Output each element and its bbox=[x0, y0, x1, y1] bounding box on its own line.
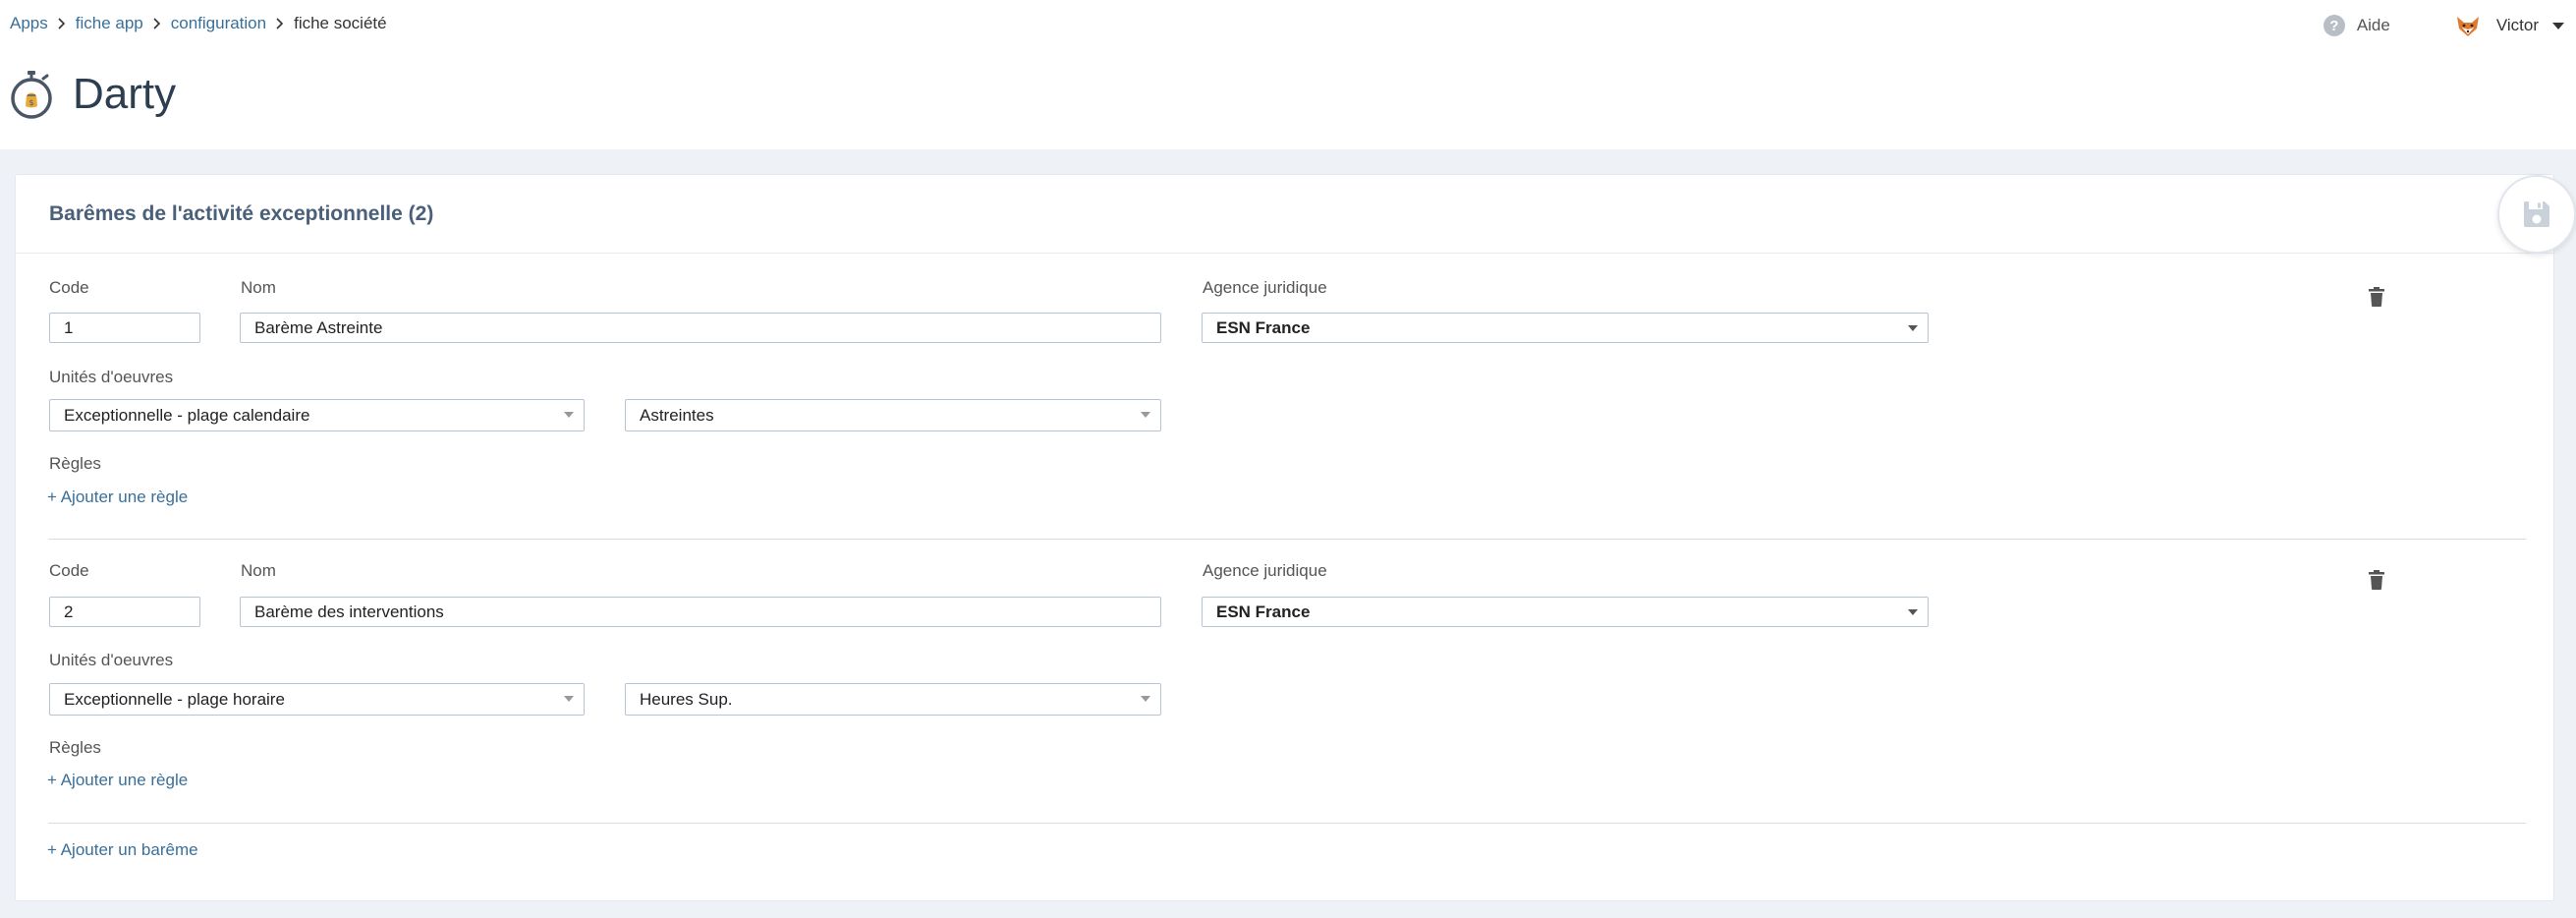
agence-value: ESN France bbox=[1216, 317, 1311, 337]
add-rule-link[interactable]: + Ajouter une règle bbox=[47, 488, 188, 507]
unite-value: Heures Sup. bbox=[640, 689, 733, 709]
question-circle-icon: ? bbox=[2323, 15, 2345, 36]
breadcrumb-configuration[interactable]: configuration bbox=[171, 14, 266, 33]
trash-icon[interactable] bbox=[2367, 569, 2386, 591]
help-label: Aide bbox=[2356, 16, 2390, 34]
page-header: Apps fiche app configuration fiche socié… bbox=[0, 0, 2576, 149]
agence-label: Agence juridique bbox=[1203, 278, 1327, 297]
code-input[interactable]: 2 bbox=[49, 597, 200, 627]
chevron-right-icon bbox=[153, 18, 161, 29]
regles-label: Règles bbox=[49, 454, 101, 473]
breadcrumb-fiche-societe: fiche société bbox=[294, 14, 387, 32]
page-title: Darty bbox=[73, 70, 177, 118]
user-menu[interactable]: Victor bbox=[2453, 11, 2564, 40]
code-label: Code bbox=[49, 278, 89, 297]
fox-avatar-icon bbox=[2456, 17, 2479, 36]
nom-label: Nom bbox=[241, 561, 276, 580]
card-header: Barêmes de l'activité exceptionnelle (2) bbox=[16, 175, 2553, 254]
chevron-down-icon bbox=[1141, 412, 1150, 418]
chevron-down-icon bbox=[1908, 325, 1918, 331]
chevron-down-icon bbox=[1141, 696, 1150, 702]
regles-label: Règles bbox=[49, 738, 101, 757]
card-title: Barêmes de l'activité exceptionnelle (2) bbox=[49, 201, 434, 225]
chevron-right-icon bbox=[58, 18, 66, 29]
code-label: Code bbox=[49, 561, 89, 580]
unite-value: Astreintes bbox=[640, 405, 714, 425]
chevron-down-icon bbox=[564, 696, 574, 702]
chevron-down-icon bbox=[1908, 609, 1918, 615]
nom-input[interactable]: Barème Astreinte bbox=[240, 313, 1161, 343]
unites-label: Unités d'oeuvres bbox=[49, 651, 174, 669]
svg-text:$: $ bbox=[28, 98, 33, 107]
agence-label: Agence juridique bbox=[1203, 561, 1327, 580]
agence-select[interactable]: ESN France bbox=[1202, 597, 1929, 627]
unite-type-select[interactable]: Exceptionnelle - plage calendaire bbox=[49, 399, 585, 431]
agence-select[interactable]: ESN France bbox=[1202, 313, 1929, 343]
divider bbox=[48, 823, 2526, 824]
chevron-right-icon bbox=[276, 18, 284, 29]
unites-label: Unités d'oeuvres bbox=[49, 368, 174, 386]
chevron-down-icon bbox=[2552, 22, 2564, 29]
save-button[interactable] bbox=[2497, 175, 2576, 254]
unite-type-select[interactable]: Exceptionnelle - plage horaire bbox=[49, 683, 585, 716]
breadcrumb: Apps fiche app configuration fiche socié… bbox=[10, 14, 387, 33]
add-bareme-link[interactable]: + Ajouter un barême bbox=[47, 840, 198, 860]
unite-type-value: Exceptionnelle - plage calendaire bbox=[64, 405, 310, 425]
trash-icon[interactable] bbox=[2367, 286, 2386, 308]
agence-value: ESN France bbox=[1216, 602, 1311, 621]
breadcrumb-fiche-app[interactable]: fiche app bbox=[76, 14, 143, 33]
unite-select[interactable]: Astreintes bbox=[625, 399, 1161, 431]
nom-input[interactable]: Barème des interventions bbox=[240, 597, 1161, 627]
timer-money-icon: $ bbox=[11, 71, 52, 119]
nom-label: Nom bbox=[241, 278, 276, 297]
divider bbox=[48, 539, 2526, 540]
user-name: Victor bbox=[2495, 16, 2539, 34]
add-rule-link[interactable]: + Ajouter une règle bbox=[47, 771, 188, 790]
help-link[interactable]: ? Aide bbox=[2323, 15, 2390, 36]
code-input[interactable]: 1 bbox=[49, 313, 200, 343]
unite-select[interactable]: Heures Sup. bbox=[625, 683, 1161, 716]
floppy-disk-icon bbox=[2524, 201, 2549, 227]
chevron-down-icon bbox=[564, 412, 574, 418]
unite-type-value: Exceptionnelle - plage horaire bbox=[64, 689, 285, 709]
breadcrumb-apps[interactable]: Apps bbox=[10, 14, 48, 33]
